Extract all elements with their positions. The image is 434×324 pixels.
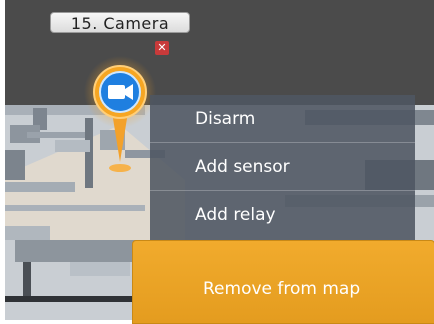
menu-item-add-relay[interactable]: Add relay — [150, 191, 415, 239]
menu-item-add-sensor[interactable]: Add sensor — [150, 143, 415, 191]
map-view: 15. Camera ✕ Disarm Add sensor Add relay… — [0, 0, 434, 324]
remove-from-map-label: Remove from map — [203, 279, 361, 299]
menu-item-disarm[interactable]: Disarm — [150, 95, 415, 143]
remove-from-map-button[interactable]: Remove from map — [132, 240, 434, 324]
camera-name-label[interactable]: 15. Camera — [50, 12, 190, 33]
context-menu: Disarm Add sensor Add relay — [150, 95, 415, 240]
video-camera-icon — [108, 84, 133, 100]
